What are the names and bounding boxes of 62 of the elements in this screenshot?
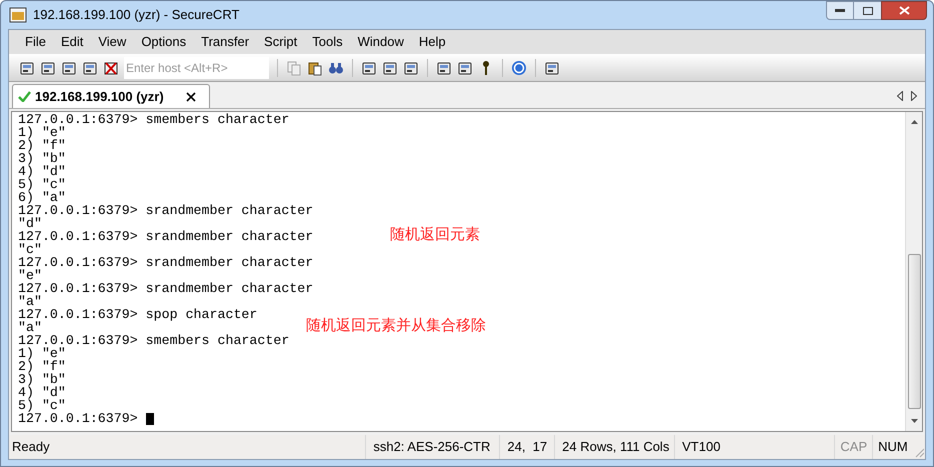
terminal-line: "c" [18,243,42,256]
terminal-line: 127.0.0.1:6379> srandmember character [18,256,314,269]
close-icon [898,6,910,15]
status-pane: 24 Rows, 111 Cols [554,435,674,459]
terminal-line: 1) "e" [18,347,66,360]
close-icon[interactable] [186,92,196,102]
paste-icon[interactable] [307,60,323,76]
terminal-line: 127.0.0.1:6379> srandmember character [18,204,314,217]
terminal-line: 2) "f" [18,360,66,373]
terminal-line: "a" [18,295,42,308]
menu-item[interactable]: Transfer [195,32,256,52]
menu-item[interactable]: Script [258,32,304,52]
terminal-line: 4) "d" [18,386,66,399]
minimize-button[interactable] [826,1,854,20]
check-icon [18,91,31,102]
terminal-line: "a" [18,321,42,334]
scroll-right-icon[interactable] [911,91,917,101]
terminal-line: 127.0.0.1:6379> [18,412,139,425]
terminal-line: 127.0.0.1:6379> smembers character [18,334,290,347]
terminal-line: 127.0.0.1:6379> smembers character [18,113,290,126]
menu-item[interactable]: Options [135,32,192,52]
annotation-note: 随机返回元素并从集合移除 [306,317,486,333]
terminal-line: 127.0.0.1:6379> srandmember character [18,230,314,243]
menu-item[interactable]: Help [412,32,452,52]
terminal-line: 3) "b" [18,373,66,386]
scrollbar-thumb[interactable] [908,254,920,409]
menu-item[interactable]: Window [352,32,410,52]
menu-item[interactable]: View [92,32,132,52]
window-title: 192.168.199.100 (yzr) - SecureCRT [33,6,240,24]
terminal-line: 127.0.0.1:6379> spop character [18,308,258,321]
app-icon [9,7,27,23]
minimize-icon [835,8,845,12]
tab-label: 192.168.199.100 (yzr) [35,88,164,106]
maximize-icon [862,6,872,14]
scrollbar[interactable] [905,112,922,431]
terminal-line: 3) "b" [18,152,66,165]
close-button[interactable] [881,1,927,20]
terminal-line: 5) "c" [18,178,66,191]
terminal-line: 4) "d" [18,165,66,178]
maximize-button[interactable] [854,1,881,20]
status-pane: VT100 [674,435,834,459]
disconnect-icon[interactable] [103,60,119,76]
terminal-line: "e" [18,269,42,282]
annotation-note: 随机返回元素 [390,226,480,242]
terminal-line: 5) "c" [18,399,66,412]
status-pane: 24, 17 [499,435,554,459]
key-indicator: NUM [872,435,913,459]
menu-item[interactable]: Tools [306,32,349,52]
terminal-line: 127.0.0.1:6379> srandmember character [18,282,314,295]
scroll-left-icon[interactable] [897,91,903,101]
terminal-line: "d" [18,217,42,230]
terminal-line: 6) "a" [18,191,66,204]
menu-item[interactable]: Edit [54,32,90,52]
menu-item[interactable]: File [19,32,52,52]
status-pane: ssh2: AES-256-CTR [365,435,500,459]
help-icon[interactable] [511,60,527,76]
host-field[interactable]: Enter host <Alt+R> [124,56,269,78]
key-indicator: CAP [834,435,872,459]
terminal-line: 1) "e" [18,126,66,139]
status-message: Ready [11,438,51,456]
session-tab[interactable]: 192.168.199.100 (yzr) [12,84,210,108]
terminal-line: 2) "f" [18,139,66,152]
